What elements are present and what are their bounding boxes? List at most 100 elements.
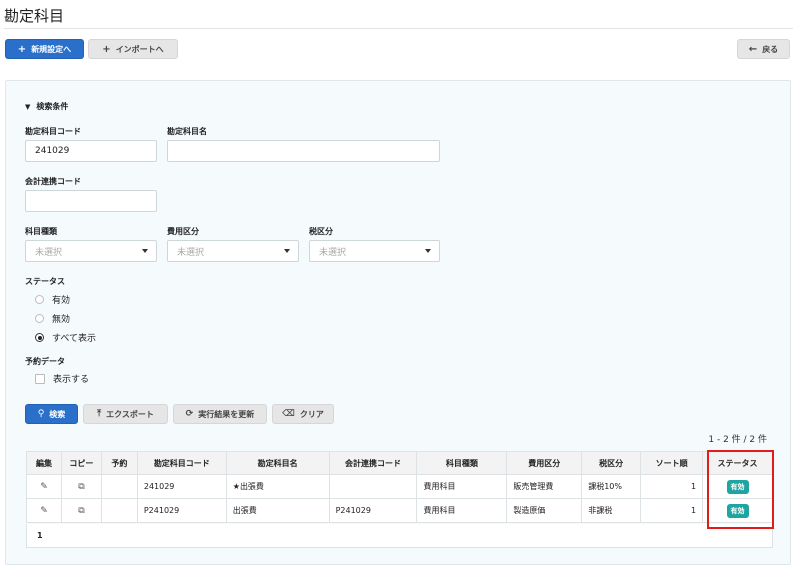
import-button-label: インポートへ: [115, 44, 164, 54]
type-cell: 費用科目: [416, 474, 508, 499]
clear-button-label: クリア: [299, 409, 324, 419]
tax-select-value: 未選択: [319, 247, 347, 258]
reserve-cell: [100, 474, 138, 499]
col-header[interactable]: ステータス: [702, 451, 773, 475]
code-cell: P241029: [136, 498, 227, 523]
new-button[interactable]: + 新規設定へ: [5, 39, 84, 59]
tax-label: 税区分: [309, 227, 333, 236]
caret-down-icon: ▼: [25, 102, 31, 111]
status-badge: 有効: [726, 503, 749, 518]
col-header[interactable]: 税区分: [581, 451, 642, 475]
status-badge: 有効: [726, 479, 749, 494]
reserve-checkbox-label: 表示する: [53, 375, 90, 385]
reserve-cell: [100, 498, 138, 523]
cost-cell: 製造原価: [506, 498, 583, 523]
type-select-value: 未選択: [35, 247, 63, 258]
tax-select[interactable]: 未選択: [309, 240, 440, 262]
code-input[interactable]: 241029: [25, 140, 157, 162]
status-radio-active[interactable]: 有効: [35, 293, 70, 306]
caret-down-icon: [142, 249, 148, 253]
status-option-label: 有効: [52, 296, 71, 306]
status-radio-all[interactable]: すべて表示: [35, 331, 96, 344]
refresh-button[interactable]: ⟳ 実行結果を更新: [173, 404, 267, 424]
tax-cell: 非課税: [581, 498, 642, 523]
type-cell: 費用科目: [416, 498, 508, 523]
arrow-left-icon: ←: [748, 43, 758, 55]
back-button-label: 戻る: [762, 44, 779, 54]
results-table: 編集 コピー 予約 勘定科目コード 勘定科目名 会計連携コード 科目種類 費用区…: [26, 451, 773, 523]
link-code-input[interactable]: [25, 190, 157, 212]
radio-button[interactable]: [35, 295, 44, 304]
edit-cell: ✎: [26, 474, 62, 499]
pagination: 1: [26, 524, 773, 548]
refresh-icon: ⟳: [185, 409, 194, 419]
col-header: 編集: [26, 451, 62, 475]
link-code-cell: P241029: [328, 498, 418, 523]
result-count: 1 - 2 件 / 2 件: [708, 435, 767, 445]
status-cell: 有効: [702, 498, 773, 523]
sort-cell: 1: [640, 498, 704, 523]
reserve-checkbox-row[interactable]: 表示する: [35, 372, 89, 385]
type-label: 科目種類: [25, 227, 57, 236]
plus-icon: +: [17, 43, 27, 55]
status-option-label: 無効: [52, 315, 71, 325]
reserve-label: 予約データ: [25, 357, 65, 366]
caret-down-icon: [425, 249, 431, 253]
caret-down-icon: [284, 249, 290, 253]
radio-button[interactable]: [35, 333, 44, 342]
search-button-label: 検索: [49, 409, 66, 419]
status-label: ステータス: [25, 277, 65, 286]
col-header[interactable]: 勘定科目名: [225, 451, 330, 475]
edit-icon[interactable]: ✎: [40, 506, 48, 516]
col-header[interactable]: 科目種類: [416, 451, 508, 475]
edit-cell: ✎: [26, 498, 62, 523]
cost-select[interactable]: 未選択: [167, 240, 299, 262]
back-button[interactable]: ← 戻る: [737, 39, 790, 59]
search-conditions-label: 検索条件: [36, 102, 69, 111]
tax-cell: 課税10%: [581, 474, 642, 499]
clear-button[interactable]: ⌫ クリア: [272, 404, 334, 424]
radio-button[interactable]: [35, 314, 44, 323]
new-button-label: 新規設定へ: [31, 44, 72, 54]
search-conditions-toggle[interactable]: ▼ 検索条件: [25, 101, 68, 112]
col-header[interactable]: 会計連携コード: [328, 451, 418, 475]
cost-select-value: 未選択: [177, 247, 205, 258]
reserve-checkbox[interactable]: [35, 373, 45, 384]
edit-icon[interactable]: ✎: [40, 482, 48, 492]
export-button[interactable]: ⤒ エクスポート: [83, 404, 168, 424]
import-button[interactable]: + インポートへ: [88, 39, 178, 59]
col-header[interactable]: ソート順: [640, 451, 704, 475]
name-cell: ★出張費: [225, 474, 330, 499]
upload-icon: ⤒: [97, 409, 102, 419]
export-button-label: エクスポート: [106, 409, 154, 419]
sort-cell: 1: [640, 474, 704, 499]
col-header: コピー: [60, 451, 102, 475]
table-header-row: 編集 コピー 予約 勘定科目コード 勘定科目名 会計連携コード 科目種類 費用区…: [26, 451, 773, 475]
name-input[interactable]: [167, 140, 440, 162]
copy-icon[interactable]: ⧉: [78, 482, 84, 492]
status-radio-inactive[interactable]: 無効: [35, 312, 70, 325]
table-row: ✎ ⧉ P241029 出張費 P241029 費用科目 製造原価 非課税 1 …: [26, 498, 773, 523]
refresh-button-label: 実行結果を更新: [198, 409, 255, 419]
copy-icon[interactable]: ⧉: [78, 506, 84, 516]
plus-icon: +: [102, 43, 111, 55]
search-button[interactable]: ⚲ 検索: [25, 404, 78, 424]
copy-cell: ⧉: [60, 498, 102, 523]
link-code-cell: [328, 474, 418, 499]
cost-label: 費用区分: [167, 227, 199, 236]
eraser-icon: ⌫: [282, 409, 295, 419]
name-cell: 出張費: [225, 498, 330, 523]
code-cell: 241029: [136, 474, 227, 499]
search-icon: ⚲: [37, 409, 45, 419]
col-header[interactable]: 費用区分: [506, 451, 583, 475]
status-cell: 有効: [702, 474, 773, 499]
page-number[interactable]: 1: [37, 531, 43, 540]
col-header[interactable]: 勘定科目コード: [136, 451, 227, 475]
page-title: 勘定科目: [4, 7, 65, 25]
title-divider: [4, 28, 793, 29]
type-select[interactable]: 未選択: [25, 240, 157, 262]
table-row: ✎ ⧉ 241029 ★出張費 費用科目 販売管理費 課税10% 1 有効: [26, 474, 773, 499]
link-code-label: 会計連携コード: [25, 177, 81, 186]
status-option-label: すべて表示: [52, 334, 97, 344]
code-label: 勘定科目コード: [25, 127, 81, 136]
